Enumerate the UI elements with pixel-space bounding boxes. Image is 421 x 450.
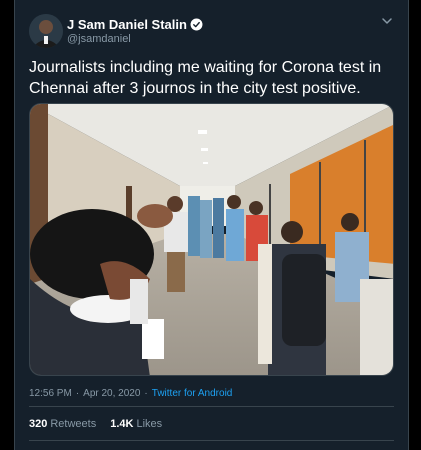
tweet-card: J Sam Daniel Stalin @jsamdaniel Journali… bbox=[14, 0, 409, 450]
likes-count[interactable]: 1.4K bbox=[110, 418, 133, 430]
divider-bottom bbox=[29, 440, 394, 441]
chevron-down-icon[interactable] bbox=[380, 14, 394, 28]
avatar[interactable] bbox=[29, 14, 63, 48]
tweet-meta: 12:56 PM · Apr 20, 2020 · Twitter for An… bbox=[29, 388, 232, 399]
retweets-count[interactable]: 320 bbox=[29, 418, 47, 430]
meta-separator: · bbox=[75, 388, 80, 399]
meta-separator-2: · bbox=[144, 388, 148, 399]
likes-label[interactable]: Likes bbox=[136, 418, 162, 430]
verified-badge-icon bbox=[190, 18, 203, 31]
tweet-time[interactable]: 12:56 PM bbox=[29, 388, 72, 399]
display-name[interactable]: J Sam Daniel Stalin bbox=[67, 17, 187, 32]
retweets-label[interactable]: Retweets bbox=[50, 418, 96, 430]
tweet-stats: 320 Retweets 1.4K Likes bbox=[29, 418, 176, 430]
tweet-date[interactable]: Apr 20, 2020 bbox=[83, 388, 140, 399]
tweet-photo[interactable] bbox=[29, 103, 394, 376]
author-name-row[interactable]: J Sam Daniel Stalin bbox=[67, 17, 203, 32]
source-link[interactable]: Twitter for Android bbox=[152, 388, 233, 399]
divider bbox=[29, 406, 394, 407]
tweet-text: Journalists including me waiting for Cor… bbox=[29, 59, 382, 97]
handle[interactable]: @jsamdaniel bbox=[67, 33, 131, 45]
